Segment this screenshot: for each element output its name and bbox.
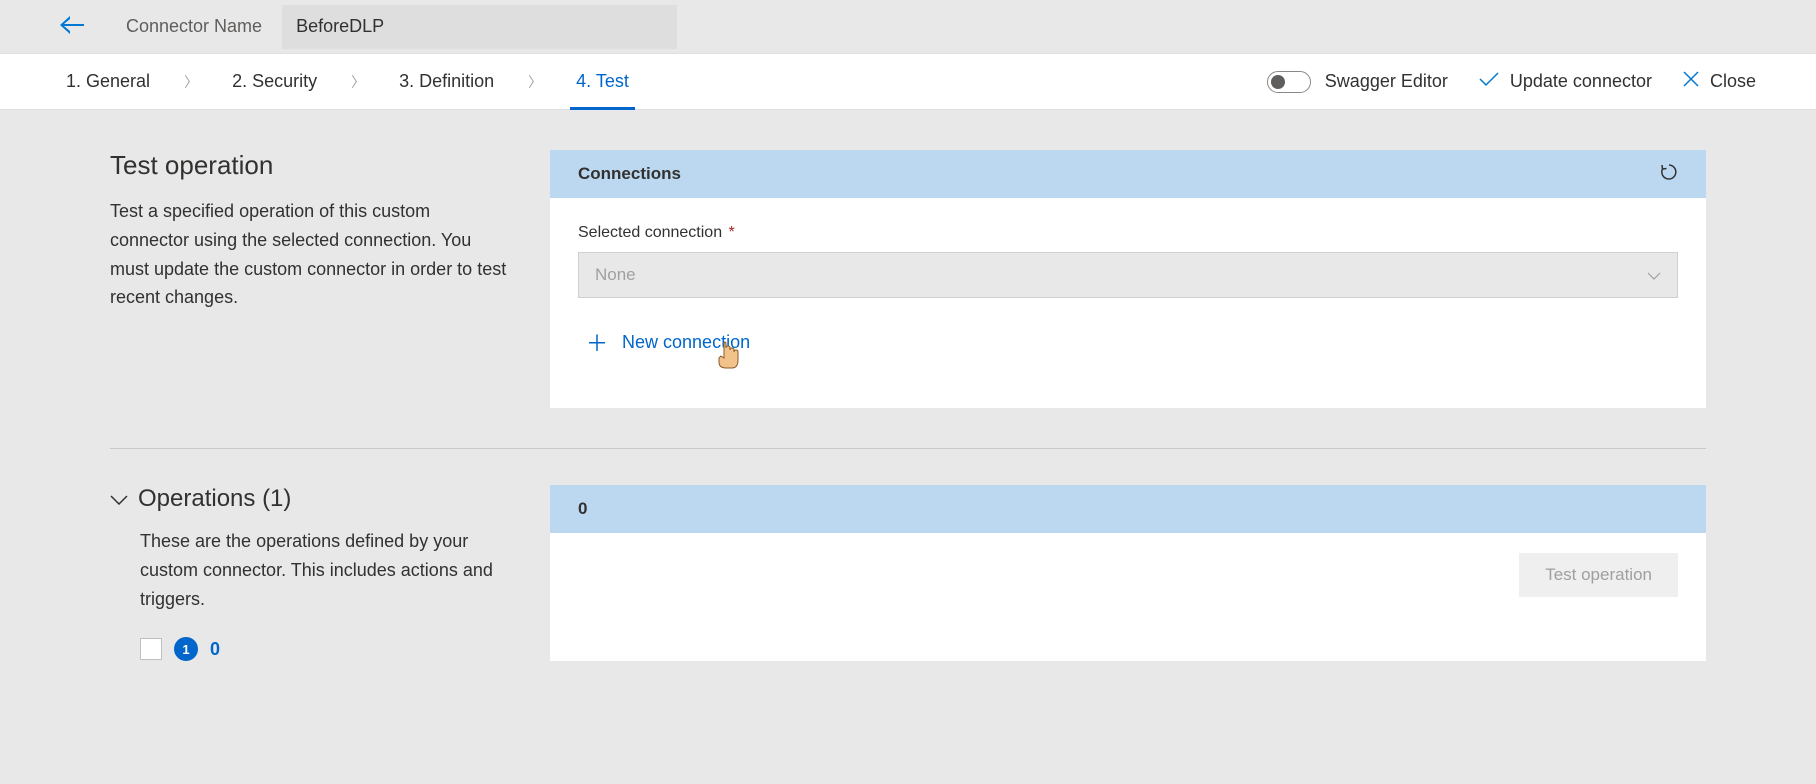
operation-panel-header: 0 [550,485,1706,533]
chevron-right-icon: 〉 [184,72,198,92]
update-connector-button[interactable]: Update connector [1478,70,1652,93]
operation-panel: 0 Test operation [550,485,1706,661]
operations-desc: These are the operations defined by your… [110,527,510,613]
main-content: Test operation Test a specified operatio… [0,110,1816,661]
pointer-cursor-icon [716,340,742,377]
top-bar: Connector Name BeforeDLP [0,0,1816,54]
connector-name-value: BeforeDLP [296,16,384,37]
back-arrow-icon[interactable] [60,14,84,40]
close-button[interactable]: Close [1682,70,1756,94]
tab-bar: 1. General 〉 2. Security 〉 3. Definition… [0,54,1816,110]
plus-icon: ＋ [586,326,608,358]
operation-header-label: 0 [578,499,587,519]
chevron-right-icon: 〉 [528,72,542,92]
test-operation-section: Test operation Test a specified operatio… [110,150,1706,408]
operations-title-text: Operations (1) [138,485,291,513]
update-connector-label: Update connector [1510,71,1652,92]
selected-connection-label: Selected connection * [578,224,1678,242]
chevron-right-icon: 〉 [351,72,365,92]
tab-security[interactable]: 2. Security [226,54,323,110]
status-count: 0 [210,639,220,660]
tab-definition[interactable]: 3. Definition [393,54,500,110]
operations-title[interactable]: Operations (1) [110,485,510,513]
operations-status-row: 1 0 [110,637,510,661]
toggle-knob [1271,75,1285,89]
refresh-icon[interactable] [1660,163,1678,186]
connections-header-label: Connections [578,164,681,184]
swagger-toggle[interactable] [1267,71,1311,93]
section-divider [110,448,1706,449]
test-operation-desc: Test a specified operation of this custo… [110,197,510,312]
new-connection-button[interactable]: ＋ New connection [586,326,1678,358]
connections-panel-header: Connections [550,150,1706,198]
tab-bar-actions: Swagger Editor Update connector Close [1267,70,1756,94]
dropdown-placeholder: None [595,265,636,285]
connector-name-input[interactable]: BeforeDLP [282,5,677,49]
operations-section: Operations (1) These are the operations … [110,485,1706,661]
test-operation-title: Test operation [110,150,510,181]
connections-panel: Connections Selected connection * None ＋ [550,150,1706,408]
check-icon [1478,70,1500,93]
test-operation-button[interactable]: Test operation [1519,553,1678,597]
status-indicator-empty[interactable] [140,638,162,660]
close-icon [1682,70,1700,94]
close-label: Close [1710,71,1756,92]
connector-name-label: Connector Name [126,16,262,37]
required-indicator: * [724,224,735,241]
selected-connection-dropdown[interactable]: None [578,252,1678,298]
chevron-down-icon [110,489,128,510]
tab-general[interactable]: 1. General [60,54,156,110]
chevron-down-icon [1647,267,1661,283]
status-badge[interactable]: 1 [174,637,198,661]
swagger-label: Swagger Editor [1325,71,1448,92]
tab-test[interactable]: 4. Test [570,54,635,110]
